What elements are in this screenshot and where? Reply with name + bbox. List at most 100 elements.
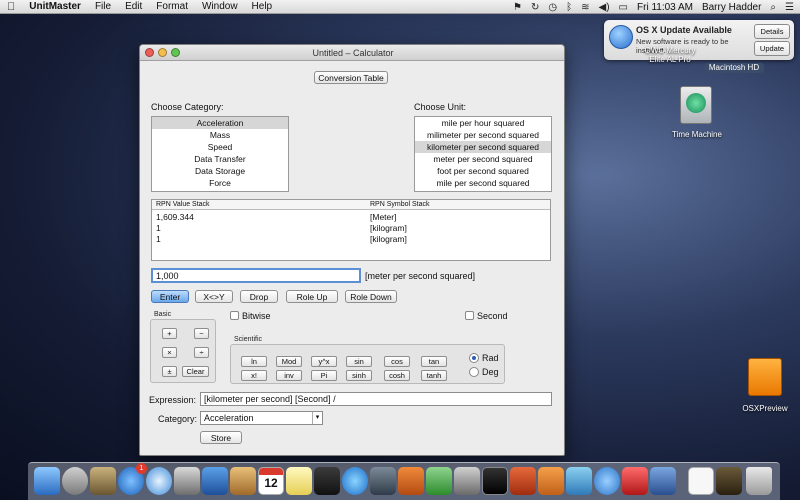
photos-icon[interactable] [370,467,396,495]
unit-item-selected[interactable]: kilometer per second squared [415,141,551,153]
unit-item[interactable]: milimeter per second squared [415,129,551,141]
factorial-button[interactable]: x! [241,370,267,381]
calendar-icon[interactable]: 12 [258,467,284,495]
deg-radio[interactable] [469,367,479,377]
mail-icon[interactable] [202,467,228,495]
close-icon[interactable] [145,48,154,57]
table-row[interactable]: 1 [kilogram] [152,223,550,234]
messages-icon[interactable] [594,467,620,495]
inv-button[interactable]: inv [276,370,302,381]
app-menu[interactable]: UnitMaster [22,1,88,12]
add-button[interactable]: + [162,328,177,339]
table-row[interactable]: 1 [kilogram] [152,234,550,245]
menu-format[interactable]: Format [149,1,195,12]
menu-help[interactable]: Help [245,1,280,12]
details-button[interactable]: Details [754,24,790,39]
power-button[interactable]: y^x [311,356,337,367]
notes-icon[interactable] [286,467,312,495]
flag-icon[interactable]: ⚑ [513,2,522,13]
category-item-acceleration[interactable]: Acceleration [152,117,288,129]
spotlight-icon[interactable]: ⌕ [770,2,776,13]
chevron-down-icon[interactable]: ▾ [312,412,322,424]
unit-list[interactable]: mile per hour squared milimeter per seco… [414,116,552,192]
tanh-button[interactable]: tanh [421,370,447,381]
notification-center-icon[interactable]: ☰ [785,2,794,13]
unit-item[interactable]: mile per hour squared [415,117,551,129]
store-button[interactable]: Store [200,431,242,444]
category-item-speed[interactable]: Speed [152,141,288,153]
entry-field[interactable]: 1,000 [151,268,361,283]
cos-button[interactable]: cos [384,356,410,367]
finder-icon[interactable] [34,467,60,495]
sync-icon[interactable]: ↻ [531,2,539,13]
role-up-button[interactable]: Role Up [286,290,338,303]
cosh-button[interactable]: cosh [384,370,410,381]
contacts-icon[interactable] [230,467,256,495]
mod-button[interactable]: Mod [276,356,302,367]
keynote-icon[interactable] [538,467,564,495]
unitmaster-icon[interactable] [510,467,536,495]
category-item-force[interactable]: Force [152,177,288,189]
external-drive-icon[interactable] [748,358,782,396]
expression-field[interactable]: [kilometer per second] [Second] / [200,392,552,406]
safari-icon[interactable] [146,467,172,495]
drop-button[interactable]: Drop [240,290,278,303]
ibooks-icon[interactable] [398,467,424,495]
menu-clock[interactable]: Fri 11:03 AM [637,2,693,13]
drive-label-line1[interactable]: OWC Mercury [635,46,705,55]
itunes-icon[interactable] [342,467,368,495]
divide-button[interactable]: ÷ [194,347,209,358]
minimize-icon[interactable] [158,48,167,57]
bluetooth-icon[interactable]: ᛒ [566,2,572,13]
enter-button[interactable]: Enter [151,290,189,303]
rad-radio[interactable] [469,353,479,363]
sinh-button[interactable]: sinh [346,370,372,381]
document-icon[interactable] [688,467,714,495]
category-item-data-storage[interactable]: Data Storage [152,165,288,177]
sin-button[interactable]: sin [346,356,372,367]
second-checkbox[interactable] [465,311,474,320]
battery-icon[interactable]: ▭ [619,2,628,13]
system-preferences-icon[interactable] [454,467,480,495]
conversion-table-button[interactable]: Conversion Table [314,71,388,84]
menu-window[interactable]: Window [195,1,245,12]
category-item-mass[interactable]: Mass [152,129,288,141]
app-store-folder-icon[interactable] [90,467,116,495]
subtract-button[interactable]: − [194,328,209,339]
macintosh-hd-label[interactable]: Macintosh HD [704,63,764,73]
volume-icon[interactable]: ◀) [599,2,610,13]
trash-icon[interactable] [746,467,772,495]
menu-user[interactable]: Barry Hadder [702,2,761,13]
role-down-button[interactable]: Role Down [345,290,397,303]
charts-icon[interactable] [566,467,592,495]
table-row[interactable]: 1,609.344 [Meter] [152,212,550,223]
category-list[interactable]: Acceleration Mass Speed Data Transfer Da… [151,116,289,192]
drive-label-line2[interactable]: Elite AL Pro [635,55,705,64]
launchpad-icon[interactable] [62,467,88,495]
menu-file[interactable]: File [88,1,118,12]
rpn-stack-table[interactable]: RPN Value Stack RPN Symbol Stack 1,609.3… [151,199,551,261]
time-machine-icon[interactable]: ◷ [548,2,557,13]
camera-icon[interactable] [174,467,200,495]
apple-menu-icon[interactable]:  [0,1,22,13]
unit-item[interactable]: meter per second squared [415,153,551,165]
unit-item[interactable]: foot per second squared [415,165,551,177]
osxpreview-desktop-icon[interactable]: OSXPreview [730,358,800,418]
window-titlebar[interactable]: Untitled – Calculator [140,45,564,61]
tan-button[interactable]: tan [421,356,447,367]
negate-button[interactable]: ± [162,366,177,377]
time-machine-desktop-icon[interactable]: Time Machine [662,86,732,146]
menu-edit[interactable]: Edit [118,1,149,12]
ln-button[interactable]: ln [241,356,267,367]
app-store-icon[interactable]: 1 [118,463,147,495]
book-icon[interactable] [716,467,742,495]
swap-button[interactable]: X<>Y [195,290,233,303]
multiply-button[interactable]: × [162,347,177,358]
category-select[interactable]: Acceleration ▾ [200,411,323,425]
time-machine-drive-icon[interactable] [680,86,712,124]
numbers-icon[interactable] [426,467,452,495]
unit-item[interactable]: mile per second squared [415,177,551,189]
pi-button[interactable]: Pi [311,370,337,381]
clear-button[interactable]: Clear [182,366,209,377]
app-icon[interactable] [650,467,676,495]
